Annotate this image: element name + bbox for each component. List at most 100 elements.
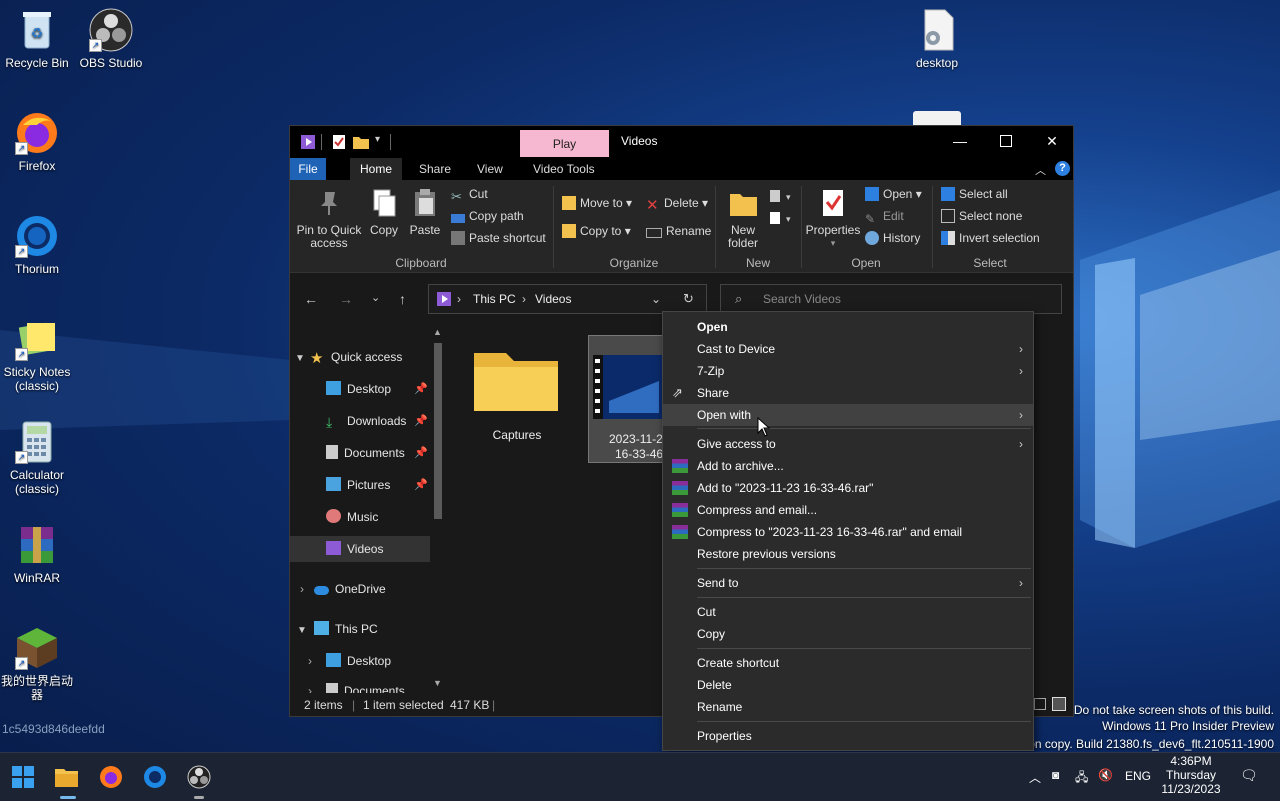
properties-qat-icon[interactable]	[332, 134, 346, 150]
rename-button[interactable]: Rename	[646, 222, 711, 240]
menu-copy[interactable]: Copy	[663, 623, 1033, 645]
new-folder-button[interactable]: New folder	[722, 188, 764, 250]
details-view-icon[interactable]	[1034, 698, 1046, 710]
open-button[interactable]: Open ▾	[865, 185, 922, 203]
network-icon[interactable]: 🖧	[1075, 768, 1088, 789]
nav-pc-documents[interactable]: › Documents	[290, 678, 430, 693]
up-button[interactable]: ↑	[399, 291, 406, 307]
copy-path-button[interactable]: Copy path	[451, 207, 524, 225]
menu-rename[interactable]: Rename	[663, 696, 1033, 718]
menu-properties[interactable]: Properties	[663, 725, 1033, 747]
pin-quick-access-button[interactable]: Pin to Quick access	[296, 188, 362, 250]
large-icons-view-icon[interactable]	[1052, 697, 1066, 711]
close-button[interactable]: ✕	[1029, 126, 1075, 156]
desktop-icon-minecraft-launcher[interactable]: ↗ 我的世界启动器	[0, 626, 74, 702]
nav-desktop[interactable]: Desktop 📌	[290, 376, 430, 402]
file-item-captures[interactable]: Captures	[470, 335, 564, 463]
menu-share[interactable]: ⇗ Share	[663, 382, 1033, 404]
menu-open-with[interactable]: Open with ›	[663, 404, 1033, 426]
desktop-icon-thorium[interactable]: ↗ Thorium	[0, 214, 74, 276]
nav-this-pc[interactable]: ▼ This PC	[290, 616, 430, 642]
menu-give-access[interactable]: Give access to ›	[663, 433, 1033, 455]
refresh-icon[interactable]: ↻	[683, 291, 694, 307]
menu-open[interactable]: Open	[663, 316, 1033, 338]
tray-overflow-icon[interactable]: ︿	[1029, 769, 1041, 786]
context-menu[interactable]: Open Cast to Device › 7-Zip › ⇗ Share Open …	[662, 311, 1034, 751]
menu-cut[interactable]: Cut	[663, 601, 1033, 623]
tab-share[interactable]: Share	[409, 158, 461, 180]
new-item-icon[interactable]: ▾	[768, 188, 792, 204]
volume-muted-icon[interactable]: 🔇	[1098, 768, 1113, 782]
breadcrumb-this-pc[interactable]: This PC	[473, 292, 516, 306]
qat-dropdown-icon[interactable]: ▾	[375, 134, 380, 150]
delete-button[interactable]: ✕ Delete ▾	[646, 194, 708, 214]
title-bar[interactable]: ▾ Play Videos — ✕	[290, 126, 1073, 158]
copy-to-button[interactable]: Copy to ▾	[562, 222, 631, 240]
nav-pc-desktop[interactable]: › Desktop	[290, 648, 430, 674]
notification-icon[interactable]: 🗨	[1240, 767, 1258, 784]
edit-button[interactable]: ✎ Edit	[865, 207, 904, 226]
menu-add-to-archive[interactable]: Add to archive...	[663, 455, 1033, 477]
cut-button[interactable]: ✂ Cut	[451, 185, 488, 204]
desktop-icon-calculator[interactable]: ↗ Calculator (classic)	[0, 420, 74, 496]
nav-pictures[interactable]: Pictures 📌	[290, 472, 430, 498]
desktop-icon-sticky-notes[interactable]: ↗ Sticky Notes (classic)	[0, 317, 74, 393]
tab-view[interactable]: View	[467, 158, 513, 180]
nav-videos[interactable]: Videos	[290, 536, 430, 562]
back-button[interactable]: ←	[304, 291, 318, 307]
move-to-button[interactable]: Move to ▾	[562, 194, 632, 212]
desktop-icon-recycle-bin[interactable]: ♻ Recycle Bin	[0, 8, 74, 70]
collapse-ribbon-icon[interactable]: ︿	[1035, 162, 1046, 178]
nav-quick-access[interactable]: ▼ ★ Quick access	[290, 344, 430, 370]
invert-selection-button[interactable]: Invert selection	[941, 229, 1040, 247]
desktop-icon-winrar[interactable]: WinRAR	[0, 523, 74, 585]
desktop-icon-obs-studio[interactable]: ↗ OBS Studio	[74, 8, 148, 70]
language-indicator[interactable]: ENG	[1125, 769, 1151, 783]
maximize-button[interactable]	[983, 126, 1029, 156]
nav-onedrive[interactable]: › OneDrive	[290, 576, 430, 602]
menu-7zip[interactable]: 7-Zip ›	[663, 360, 1033, 382]
tab-file[interactable]: File	[290, 158, 326, 180]
clock[interactable]: 4:36PM Thursday 11/23/2023	[1155, 754, 1227, 796]
nav-downloads[interactable]: ⤓ Downloads 📌	[290, 408, 430, 434]
firefox-taskbar-icon[interactable]	[99, 765, 123, 789]
menu-send-to[interactable]: Send to ›	[663, 572, 1033, 594]
tab-home[interactable]: Home	[350, 158, 403, 180]
menu-compress-rar-email[interactable]: Compress to "2023-11-23 16-33-46.rar" an…	[663, 521, 1033, 543]
select-all-button[interactable]: Select all	[941, 185, 1008, 203]
context-tab-play[interactable]: Play	[520, 130, 609, 157]
forward-button[interactable]: →	[339, 291, 353, 307]
history-button[interactable]: History	[865, 229, 920, 247]
obs-taskbar-icon[interactable]	[187, 765, 211, 789]
paste-shortcut-button[interactable]: Paste shortcut	[451, 229, 546, 247]
desktop-icon-desktop-ini[interactable]: desktop	[900, 8, 974, 70]
navigation-pane[interactable]: ▼ ★ Quick access Desktop 📌 ⤓ Downloads 📌 Docu…	[290, 323, 446, 693]
start-button[interactable]	[11, 765, 35, 789]
properties-button[interactable]: Properties ▾	[805, 188, 861, 250]
copy-button[interactable]: Copy	[366, 188, 402, 237]
menu-cast-to-device[interactable]: Cast to Device ›	[663, 338, 1033, 360]
file-explorer-taskbar-icon[interactable]	[54, 765, 78, 789]
paste-button[interactable]: Paste	[407, 188, 443, 237]
menu-create-shortcut[interactable]: Create shortcut	[663, 652, 1033, 674]
search-box[interactable]: ⌕ Search Videos	[720, 284, 1062, 314]
thorium-taskbar-icon[interactable]	[143, 765, 167, 789]
help-icon[interactable]: ?	[1055, 161, 1070, 176]
nav-documents[interactable]: Documents 📌	[290, 440, 430, 466]
desktop-icon-firefox[interactable]: ↗ Firefox	[0, 111, 74, 173]
address-dropdown-icon[interactable]: ⌄	[651, 292, 661, 306]
easy-access-icon[interactable]: ▾	[768, 210, 792, 226]
recent-locations-button[interactable]: ⌄	[371, 291, 380, 304]
minimize-button[interactable]: —	[937, 126, 983, 156]
menu-delete[interactable]: Delete	[663, 674, 1033, 696]
menu-restore-previous[interactable]: Restore previous versions	[663, 543, 1033, 565]
select-none-button[interactable]: Select none	[941, 207, 1022, 225]
new-folder-qat-icon[interactable]	[352, 134, 370, 150]
tab-video-tools[interactable]: Video Tools	[523, 158, 605, 180]
breadcrumb-videos[interactable]: Videos	[535, 292, 571, 306]
nav-scrollbar[interactable]: ▲ ▼	[431, 323, 445, 693]
file-item-video-selected[interactable]: 2023-11-2 16-33-46	[588, 335, 668, 463]
nav-music[interactable]: Music	[290, 504, 430, 530]
address-bar[interactable]: › This PC › Videos ⌄ ↻	[428, 284, 707, 314]
menu-add-to-rar[interactable]: Add to "2023-11-23 16-33-46.rar"	[663, 477, 1033, 499]
